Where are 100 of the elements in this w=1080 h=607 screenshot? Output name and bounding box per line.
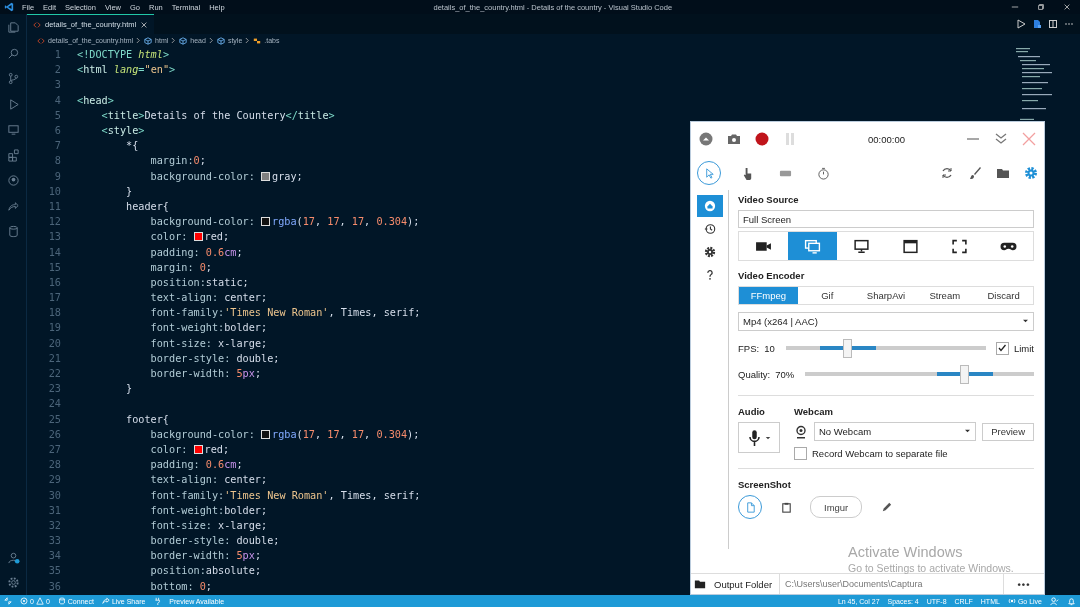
- preview-button[interactable]: Preview: [982, 422, 1034, 441]
- code-line: background-color:: [149, 216, 256, 228]
- remote-icon[interactable]: [4, 597, 12, 605]
- section-heading: Video Source: [738, 194, 800, 205]
- close-icon[interactable]: [140, 20, 149, 29]
- code-line: font-family:'Times New Roman', Times, serif;: [149, 307, 421, 319]
- line-number: 34: [47, 550, 61, 562]
- camera-icon[interactable]: [727, 132, 741, 146]
- color-swatch[interactable]: [193, 232, 203, 242]
- cube-icon: [179, 36, 188, 45]
- code-line: <html lang="en">: [77, 64, 176, 76]
- window-icon: [902, 238, 919, 254]
- line-number: 25: [47, 413, 61, 425]
- refresh-icon[interactable]: [940, 166, 954, 180]
- error-icon: [20, 597, 28, 605]
- encoder-tab[interactable]: Gif: [797, 287, 857, 304]
- fps-label: FPS:: [738, 342, 760, 354]
- account-icon[interactable]: [6, 550, 20, 564]
- caret-icon: [964, 429, 972, 434]
- preview-icon[interactable]: [1032, 19, 1042, 29]
- code-line: bottom: 0;: [149, 580, 212, 592]
- separate-file-checkbox[interactable]: [794, 447, 807, 460]
- folder-icon[interactable]: [996, 166, 1010, 180]
- color-swatch[interactable]: [193, 444, 203, 454]
- code-line: border-width: 5px;: [149, 368, 262, 380]
- code-line: position:static;: [149, 276, 249, 288]
- color-swatch[interactable]: [261, 217, 270, 227]
- video-source-field[interactable]: Full Screen: [738, 210, 1034, 228]
- color-swatch[interactable]: [261, 429, 270, 439]
- line-number: 5: [53, 109, 61, 121]
- chevrons-down-icon[interactable]: [994, 132, 1008, 146]
- brush-icon[interactable]: [968, 166, 982, 180]
- fps-value: 10: [764, 342, 775, 354]
- code-line: background-color:: [149, 428, 256, 440]
- imgur-button[interactable]: Imgur: [810, 496, 863, 518]
- vscode-logo: [4, 2, 14, 12]
- home-icon: [703, 200, 716, 212]
- record-icon[interactable]: [755, 132, 769, 146]
- settings-icon[interactable]: [1024, 166, 1038, 180]
- slider-thumb[interactable]: [960, 364, 970, 384]
- run-icon[interactable]: [1016, 19, 1026, 29]
- collapse-icon[interactable]: [699, 132, 713, 146]
- chevron-icon: [136, 37, 142, 44]
- quality-label: Quality:: [738, 368, 771, 380]
- slider-thumb[interactable]: [842, 338, 852, 358]
- monitor-icon[interactable]: [6, 123, 20, 136]
- bell-icon[interactable]: [1067, 596, 1076, 606]
- code-line: position:absolute;: [149, 565, 261, 577]
- line-number: 21: [47, 352, 61, 364]
- encoder-tab[interactable]: FFmpeg: [739, 287, 798, 304]
- line-number: 9: [53, 170, 61, 182]
- class-icon: [253, 36, 262, 45]
- encoder-tab[interactable]: SharpAvi: [856, 287, 916, 304]
- line-number: 33: [47, 535, 61, 547]
- encoder-tab[interactable]: Stream: [915, 287, 975, 304]
- history-icon: [703, 223, 716, 235]
- microphone-button[interactable]: [738, 422, 780, 453]
- code-line: padding: 0.6cm;: [149, 459, 243, 471]
- search-icon[interactable]: [6, 46, 20, 60]
- limit-checkbox[interactable]: [995, 341, 1009, 355]
- line-number: 16: [47, 276, 61, 288]
- line-number: 26: [47, 428, 61, 440]
- clipboard-icon: [779, 500, 793, 514]
- line-number: 13: [47, 231, 61, 243]
- live-share-icon[interactable]: [6, 199, 20, 213]
- source-control-icon[interactable]: [6, 72, 20, 85]
- code-line: font-family:'Times New Roman', Times, serif;: [149, 489, 421, 501]
- color-swatch[interactable]: [261, 171, 270, 181]
- code-line: rgba(17, 17, 17, 0.304);: [272, 428, 420, 440]
- html-file-icon: [37, 36, 45, 45]
- extensions-icon[interactable]: [6, 148, 20, 162]
- monitor-icon: [853, 238, 870, 254]
- webcam-dropdown[interactable]: No Webcam: [814, 422, 977, 441]
- code-line: border-style: double;: [149, 535, 280, 547]
- database-icon: [57, 597, 66, 605]
- encoder-tab[interactable]: Discard: [974, 287, 1033, 304]
- files-icon[interactable]: [6, 21, 20, 34]
- plug-icon[interactable]: [153, 597, 162, 605]
- database-icon[interactable]: [6, 225, 20, 238]
- line-number: 20: [47, 337, 61, 349]
- caret-icon: [1022, 319, 1029, 324]
- html-file-icon: [33, 20, 41, 29]
- split-editor-icon[interactable]: [1048, 19, 1058, 29]
- format-dropdown[interactable]: Mp4 (x264 | AAC): [738, 312, 1034, 331]
- restore-icon[interactable]: [1037, 3, 1045, 11]
- minimap-drawing: [1016, 48, 1052, 120]
- output-folder-button[interactable]: Output Folder: [691, 574, 780, 594]
- section-heading: Audio: [738, 406, 766, 417]
- code-line: border-style: double;: [149, 352, 280, 364]
- chevron-icon: [208, 37, 214, 44]
- activation-notice: Activate Windows: [848, 544, 964, 560]
- home-tab[interactable]: [696, 195, 723, 217]
- minimize-icon[interactable]: [1011, 3, 1019, 11]
- webcam-icon: [794, 424, 808, 439]
- activation-hint: Go to Settings to activate Windows.: [848, 562, 1014, 574]
- feedback-icon[interactable]: [1050, 596, 1059, 606]
- settings-icon[interactable]: [6, 576, 20, 589]
- close-icon[interactable]: [1063, 3, 1071, 11]
- section-heading: Webcam: [794, 406, 834, 417]
- cube-icon: [216, 36, 225, 45]
